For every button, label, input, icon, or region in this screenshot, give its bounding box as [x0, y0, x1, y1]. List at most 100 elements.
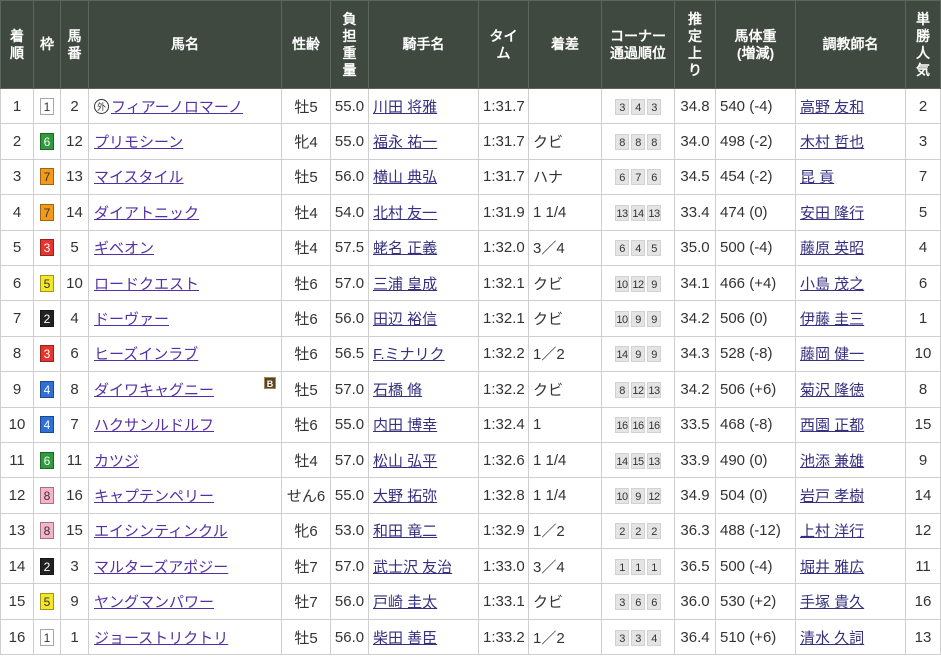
- trainer-link[interactable]: 木村 哲也: [800, 134, 864, 151]
- margin: 1 1/4: [528, 441, 602, 479]
- sex-age: 牡7: [281, 583, 331, 620]
- trainer-cell: 清水 久詞: [795, 618, 906, 656]
- waku-badge: 8: [40, 486, 54, 504]
- trainer-link[interactable]: 清水 久詞: [800, 630, 864, 647]
- corner-positions: 676: [601, 158, 675, 196]
- trainer-cell: 堀井 雅広: [795, 548, 906, 585]
- horse-number: 1: [60, 618, 89, 656]
- horse-name-link[interactable]: マイスタイル: [94, 169, 184, 186]
- horse-number: 8: [60, 371, 89, 408]
- trainer-link[interactable]: 手塚 貴久: [800, 594, 864, 611]
- jockey-link[interactable]: 福永 祐一: [373, 134, 437, 151]
- jockey-link[interactable]: 三浦 皇成: [373, 276, 437, 293]
- horse-name-link[interactable]: ギベオン: [94, 240, 154, 257]
- margin: クビ: [528, 371, 602, 408]
- result-row: 16 1 1 ジョーストリクトリ 牡5 56.0 柴田 善臣 1:33.2 1／2 3 3 4 36.4…: [0, 618, 941, 656]
- jockey-link[interactable]: 田辺 裕信: [373, 311, 437, 328]
- jockey-link[interactable]: 内田 博幸: [373, 417, 437, 434]
- jockey-cell: 内田 博幸: [368, 406, 479, 443]
- trainer-link[interactable]: 伊藤 圭三: [800, 311, 864, 328]
- jockey-link[interactable]: 横山 典弘: [373, 169, 437, 186]
- trainer-link[interactable]: 小島 茂之: [800, 276, 864, 293]
- trainer-link[interactable]: 上村 洋行: [800, 523, 864, 540]
- horse-name-link[interactable]: エイシンティンクル: [94, 523, 228, 540]
- jockey-link[interactable]: 川田 将雅: [373, 99, 437, 116]
- last-3f: 33.4: [674, 194, 716, 231]
- jockey-cell: 石橋 脩: [368, 371, 479, 408]
- trainer-link[interactable]: 池添 兼雄: [800, 453, 864, 470]
- weight-carried: 57.5: [330, 229, 369, 266]
- corner-position: 16: [631, 417, 645, 434]
- corner-position: 14: [615, 346, 629, 363]
- horse-name-link[interactable]: プリモシーン: [94, 134, 183, 151]
- horse-name-link[interactable]: フィアーノロマーノ: [111, 99, 243, 116]
- horse-name-link[interactable]: キャプテンペリー: [94, 488, 214, 505]
- jockey-cell: F.ミナリク: [368, 335, 479, 373]
- horse-number: 3: [60, 548, 89, 585]
- jockey-link[interactable]: 石橋 脩: [373, 382, 422, 399]
- horse-name-link[interactable]: ハクサンルドルフ: [94, 417, 214, 434]
- popularity: 3: [905, 123, 941, 160]
- jockey-cell: 横山 典弘: [368, 158, 479, 196]
- horse-name-link[interactable]: ヒーズインラブ: [94, 346, 198, 363]
- corner-position: 1: [615, 558, 629, 575]
- last-3f: 34.2: [674, 371, 716, 408]
- jockey-link[interactable]: 松山 弘平: [373, 453, 437, 470]
- waku-badge: 6: [40, 451, 54, 469]
- trainer-link[interactable]: 藤原 英昭: [800, 240, 864, 257]
- popularity: 14: [905, 477, 941, 514]
- jockey-link[interactable]: 蛯名 正義: [373, 240, 437, 257]
- col-header-horse-number: 馬 番: [60, 0, 89, 89]
- body-weight: 506 (0): [715, 300, 796, 337]
- col-header-margin: 着差: [528, 0, 602, 89]
- horse-name-link[interactable]: ドーヴァー: [94, 311, 169, 328]
- result-row: 6 5 10 ロードクエスト 牡6 57.0 三浦 皇成 1:32.1 クビ 10 12 9 34.1 4…: [0, 264, 941, 302]
- header-row: 着 順 枠 馬 番 馬名 性齢 負 担 重 量 騎手名 タイ ム 着差 コーナー…: [0, 0, 941, 89]
- trainer-cell: 小島 茂之: [795, 264, 906, 302]
- waku-badge: 3: [40, 239, 54, 257]
- horse-name-cell: 外フィアーノロマーノ: [88, 87, 282, 125]
- trainer-link[interactable]: 安田 隆行: [800, 205, 864, 222]
- sex-age: 牡6: [281, 406, 331, 443]
- sex-age: 牡4: [281, 441, 331, 479]
- horse-name-link[interactable]: ダイワキャグニー: [94, 382, 214, 399]
- trainer-link[interactable]: 昆 貢: [800, 169, 834, 186]
- corner-position: 10: [615, 275, 629, 292]
- finish-position: 7: [0, 300, 34, 337]
- corner-position: 8: [615, 381, 629, 398]
- finish-position: 8: [0, 335, 34, 373]
- horse-name-link[interactable]: ヤングマンパワー: [94, 594, 214, 611]
- jockey-link[interactable]: 柴田 善臣: [373, 630, 437, 647]
- result-row: 14 2 3 マルターズアポジー 牡7 57.0 武士沢 友治 1:33.0 3／4 1 1 1 36.…: [0, 548, 941, 585]
- horse-name-link[interactable]: ジョーストリクトリ: [94, 630, 228, 647]
- trainer-link[interactable]: 堀井 雅広: [800, 559, 864, 576]
- jockey-link[interactable]: 大野 拓弥: [373, 488, 437, 505]
- col-header-time: タイ ム: [478, 0, 529, 89]
- trainer-link[interactable]: 西園 正都: [800, 417, 864, 434]
- trainer-link[interactable]: 藤岡 健一: [800, 346, 864, 363]
- trainer-link[interactable]: 菊沢 隆徳: [800, 382, 864, 399]
- trainer-link[interactable]: 高野 友和: [800, 99, 864, 116]
- horse-name-link[interactable]: ロードクエスト: [94, 276, 199, 293]
- jockey-cell: 武士沢 友治: [368, 548, 479, 585]
- corner-position: 4: [631, 98, 645, 115]
- col-header-weight-carried: 負 担 重 量: [330, 0, 369, 89]
- jockey-link[interactable]: 武士沢 友治: [373, 559, 452, 576]
- jockey-link[interactable]: F.ミナリク: [373, 346, 445, 363]
- jockey-link[interactable]: 戸崎 圭太: [373, 594, 437, 611]
- jockey-link[interactable]: 和田 竜二: [373, 523, 437, 540]
- horse-number: 6: [60, 335, 89, 373]
- sex-age: 牡5: [281, 371, 331, 408]
- corner-position: 2: [631, 523, 645, 540]
- finish-time: 1:33.2: [478, 618, 529, 656]
- finish-position: 12: [0, 477, 34, 514]
- trainer-link[interactable]: 岩戸 孝樹: [800, 488, 864, 505]
- jockey-cell: 北村 友一: [368, 194, 479, 231]
- horse-name-link[interactable]: マルターズアポジー: [94, 559, 228, 576]
- jockey-cell: 柴田 善臣: [368, 618, 479, 656]
- horse-number: 7: [60, 406, 89, 443]
- horse-name-link[interactable]: カツジ: [94, 453, 139, 470]
- corner-position: 10: [615, 311, 629, 328]
- horse-name-link[interactable]: ダイアトニック: [94, 205, 199, 222]
- jockey-link[interactable]: 北村 友一: [373, 205, 437, 222]
